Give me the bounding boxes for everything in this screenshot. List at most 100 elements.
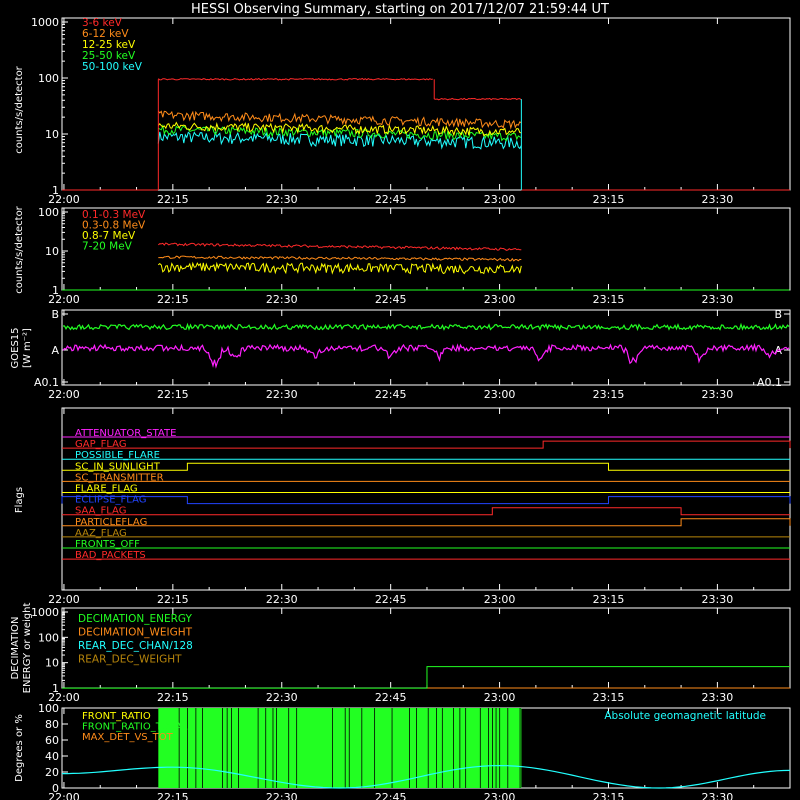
y-tick-label-right: A [774,344,782,357]
flag-label: FRONTS_OFF [75,539,140,550]
series-line [157,77,433,81]
legend-entry: MAX_DET_VS_TOT [82,732,174,743]
y-tick-label: 1000 [31,16,59,29]
y-tick-label: 1 [52,682,59,695]
series-line [157,261,522,275]
y-tick-label: 100 [38,702,59,715]
x-tick-label: 22:45 [375,593,407,606]
x-tick-label: 22:30 [266,791,298,800]
flag-label: GAP_FLAG [75,439,127,450]
x-tick-label: 22:45 [375,193,407,206]
x-tick-label: 23:15 [593,388,625,401]
x-tick-label: 22:30 [266,193,298,206]
x-tick-label: 23:15 [593,293,625,306]
x-tick-label: 22:45 [375,293,407,306]
x-tick-label: 23:00 [484,193,516,206]
x-tick-label: 22:30 [266,593,298,606]
y-tick-label: 100 [38,631,59,644]
flag-label: ATTENUATOR_STATE [75,428,176,439]
y-axis-label: counts/s/detector [14,205,25,293]
legend-entry: REAR_DEC_WEIGHT [78,654,182,666]
x-tick-label: 23:15 [593,791,625,800]
x-tick-label: 22:15 [157,388,189,401]
y-tick-label-right: A0.1 [757,376,782,389]
y-tick-label: 100 [38,206,59,219]
series-line [158,255,522,262]
y-tick-label: 80 [45,718,59,731]
legend-entry: REAR_DEC_CHAN/128 [78,640,193,652]
x-tick-label: 23:00 [484,593,516,606]
y-axis-label-text: Flags [14,487,25,513]
x-tick-label: 23:30 [702,691,734,704]
x-tick-label: 22:15 [157,691,189,704]
y-tick-label: 60 [45,734,59,747]
x-tick-label: 23:30 [702,388,734,401]
y-axis-label: Flags [14,487,25,513]
legend-entry: FRONT_RATIO_TOTAL [82,722,188,733]
x-tick-label: 23:30 [702,193,734,206]
x-tick-label: 23:15 [593,691,625,704]
flag-label: POSSIBLE_FLARE [75,450,160,461]
flag-label: ECLIPSE_FLAG [75,495,146,506]
series-line [62,666,790,689]
legend-entry: 50-100 keV [82,61,143,73]
legend-entry: 7-20 MeV [82,241,133,253]
y-axis-label-text: counts/s/detector [14,65,25,153]
flag-line [62,440,791,449]
flag-label: AAZ_FLAG [75,528,127,539]
hxr-panel-frame [61,17,791,191]
flag-line [62,507,790,516]
legend-entry: FRONT_RATIO [82,711,151,722]
series-line [157,110,522,130]
x-tick-label: 23:00 [484,791,516,800]
x-tick-label: 22:15 [157,791,189,800]
y-axis-label-text: GOES15 [10,327,21,368]
annotation: Absolute geomagnetic latitude [604,710,766,722]
flag-label: FLARE_FLAG [75,484,138,495]
y-tick-label: 1 [52,284,59,297]
legend-entry: DECIMATION_ENERGY [78,613,192,625]
front-ratio-bars [158,708,522,788]
y-tick-label: 40 [45,750,59,763]
x-tick-label: 22:15 [157,593,189,606]
x-tick-label: 23:00 [484,293,516,306]
x-tick-label: 23:15 [593,193,625,206]
y-tick-label: 20 [45,766,59,779]
flag-line [61,496,791,505]
y-tick-label: 0 [52,782,59,795]
y-axis-label: counts/s/detector [14,65,25,153]
x-tick-label: 22:15 [157,193,189,206]
y-tick-label: B [51,308,59,321]
y-tick-label-right: B [774,308,782,321]
y-axis-label: Degrees or % [14,714,25,782]
x-tick-label: 23:30 [702,293,734,306]
flag-label: SAA_FLAG [75,506,126,517]
x-tick-label: 23:15 [593,593,625,606]
flag-line [62,462,790,471]
x-tick-label: 22:45 [375,791,407,800]
flag-line [62,518,791,527]
series-line [62,342,790,369]
series-line [63,322,790,332]
y-axis-label-text: counts/s/detector [14,205,25,293]
plot-title: HESSI Observing Summary, starting on 201… [191,2,609,17]
x-tick-label: 22:30 [266,293,298,306]
y-tick-label: 100 [38,72,59,85]
x-tick-label: 23:00 [484,388,516,401]
gamma-panel-frame [61,207,791,291]
y-tick-label: A0.1 [34,376,59,389]
legend-entry: DECIMATION_WEIGHT [78,627,193,639]
y-tick-label: 1000 [31,606,59,619]
y-axis-label: GOES15 [W m⁻²] [10,327,33,368]
flag-label: SC_IN_SUNLIGHT [75,461,161,472]
y-axis-label-text-2: [W m⁻²] [22,328,33,368]
series-line [434,97,522,101]
x-tick-label: 22:00 [48,593,80,606]
x-tick-label: 22:45 [375,691,407,704]
x-tick-label: 23:30 [702,593,734,606]
y-axis-label-text: Degrees or % [14,714,25,782]
x-tick-label: 22:45 [375,388,407,401]
flag-label: SC_TRANSMITTER [75,472,164,483]
y-tick-label: 10 [45,245,59,258]
x-tick-label: 23:00 [484,691,516,704]
